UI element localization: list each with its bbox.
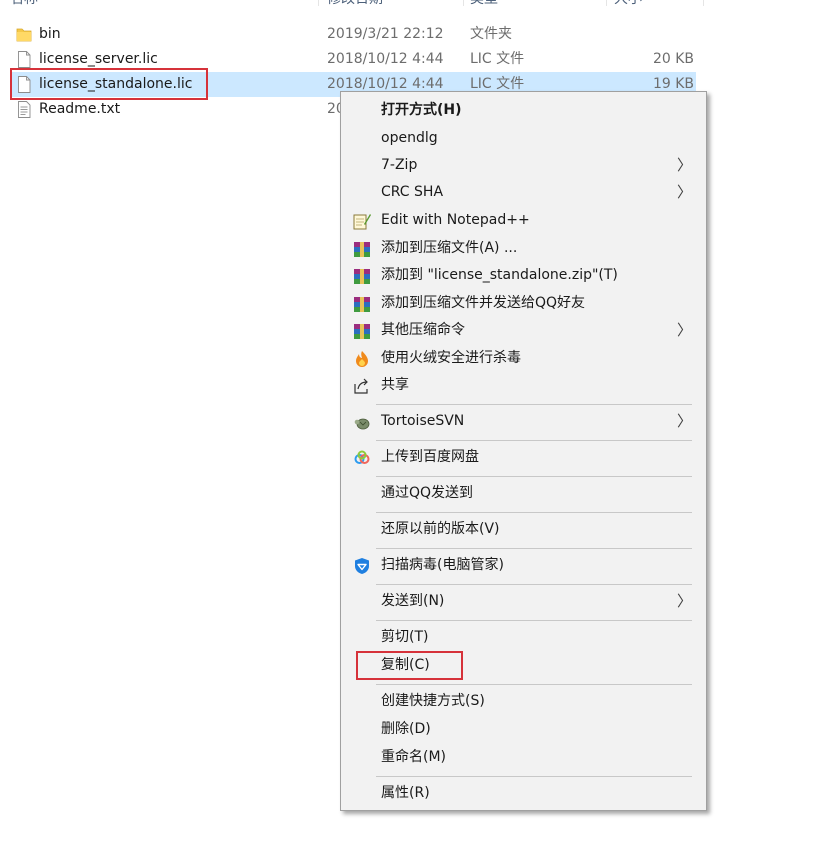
menu-item-label: 重命名(M) <box>381 749 447 765</box>
menu-separator <box>376 404 692 405</box>
chevron-right-icon: 〉 <box>676 592 692 610</box>
menu-separator <box>376 620 692 621</box>
menu-separator <box>376 584 692 585</box>
text-file-icon <box>18 101 31 118</box>
menu-item-label: 添加到 "license_standalone.zip"(T) <box>381 267 618 283</box>
menu-item-label: 剪切(T) <box>381 629 429 645</box>
baidu-netdisk-icon <box>354 450 370 464</box>
menu-item-label: opendlg <box>381 130 438 146</box>
file-icon <box>18 51 31 68</box>
menu-separator <box>376 684 692 685</box>
menu-item-label: 属性(R) <box>381 785 430 801</box>
chevron-right-icon: 〉 <box>676 412 692 430</box>
menu-item-restore-previous[interactable]: 还原以前的版本(V) <box>343 516 704 543</box>
column-divider[interactable] <box>606 0 607 6</box>
column-divider[interactable] <box>703 0 704 6</box>
menu-item-notepad-plus-plus[interactable]: Edit with Notepad++ <box>343 207 704 234</box>
menu-item-tortoisesvn[interactable]: TortoiseSVN 〉 <box>343 408 704 435</box>
column-name-header[interactable]: 名称 <box>10 0 38 12</box>
tortoisesvn-icon <box>354 418 370 430</box>
menu-item-crc-sha[interactable]: CRC SHA 〉 <box>343 179 704 206</box>
menu-separator <box>376 548 692 549</box>
notepad-plus-plus-icon <box>353 214 371 230</box>
menu-item-label: 发送到(N) <box>381 593 445 609</box>
menu-item-opendlg[interactable]: opendlg <box>343 125 704 152</box>
menu-item-other-compress[interactable]: 其他压缩命令 〉 <box>343 317 704 344</box>
chevron-right-icon: 〉 <box>676 156 692 174</box>
menu-item-label: 添加到压缩文件(A) ... <box>381 240 518 256</box>
chevron-right-icon: 〉 <box>676 183 692 201</box>
menu-separator <box>376 476 692 477</box>
menu-item-huorong-scan[interactable]: 使用火绒安全进行杀毒 <box>343 345 704 372</box>
menu-item-cut[interactable]: 剪切(T) <box>343 624 704 651</box>
menu-item-share[interactable]: 共享 <box>343 372 704 399</box>
menu-item-label: 通过QQ发送到 <box>381 485 474 501</box>
menu-item-label: 删除(D) <box>381 721 431 737</box>
menu-item-create-shortcut[interactable]: 创建快捷方式(S) <box>343 688 704 715</box>
winrar-icon <box>354 269 370 284</box>
file-size: 20 KB <box>652 51 694 67</box>
file-date: 2019/3/21 22:12 <box>327 26 444 42</box>
menu-item-label: 添加到压缩文件并发送给QQ好友 <box>381 295 586 311</box>
column-type-header[interactable]: 类型 <box>470 0 498 12</box>
menu-item-label: 扫描病毒(电脑管家) <box>381 557 504 573</box>
folder-icon <box>16 28 32 42</box>
chevron-right-icon: 〉 <box>676 321 692 339</box>
menu-item-label: 创建快捷方式(S) <box>381 693 485 709</box>
menu-item-label: 还原以前的版本(V) <box>381 521 500 537</box>
winrar-icon <box>354 297 370 312</box>
file-type: 文件夹 <box>470 26 512 42</box>
menu-item-label: 其他压缩命令 <box>381 322 465 338</box>
menu-item-baidu-upload[interactable]: 上传到百度网盘 <box>343 444 704 471</box>
winrar-icon <box>354 324 370 339</box>
menu-item-send-via-qq[interactable]: 通过QQ发送到 <box>343 480 704 507</box>
menu-item-send-to[interactable]: 发送到(N) 〉 <box>343 588 704 615</box>
menu-item-delete[interactable]: 删除(D) <box>343 716 704 743</box>
tencent-pc-manager-icon <box>355 558 369 574</box>
menu-item-label: CRC SHA <box>381 184 444 200</box>
file-date: 2018/10/12 4:44 <box>327 51 444 67</box>
menu-item-add-to-zip[interactable]: 添加到 "license_standalone.zip"(T) <box>343 262 704 289</box>
context-menu: 打开方式(H) opendlg 7-Zip 〉 CRC SHA 〉 Edit w… <box>340 91 707 811</box>
menu-item-virus-scan[interactable]: 扫描病毒(电脑管家) <box>343 552 704 579</box>
menu-item-label: 共享 <box>381 377 409 393</box>
column-divider[interactable] <box>318 0 319 6</box>
column-divider[interactable] <box>463 0 464 6</box>
column-size-header[interactable]: 大小 <box>614 0 642 12</box>
menu-item-label: 7-Zip <box>381 157 418 173</box>
file-name: bin <box>39 26 61 42</box>
share-icon <box>354 378 368 394</box>
menu-item-label: Edit with Notepad++ <box>381 212 530 228</box>
menu-item-properties[interactable]: 属性(R) <box>343 780 704 807</box>
menu-item-label: 使用火绒安全进行杀毒 <box>381 350 521 366</box>
menu-item-label: TortoiseSVN <box>381 413 465 429</box>
file-type: LIC 文件 <box>470 51 525 67</box>
file-highlight-box <box>10 68 208 100</box>
column-header: 名称 修改日期 类型 大小 <box>0 0 705 12</box>
menu-item-add-to-archive[interactable]: 添加到压缩文件(A) ... <box>343 235 704 262</box>
menu-separator <box>376 512 692 513</box>
menu-item-rename[interactable]: 重命名(M) <box>343 744 704 771</box>
menu-item-open-with[interactable]: 打开方式(H) <box>343 97 704 124</box>
file-name: Readme.txt <box>39 101 121 117</box>
menu-item-archive-send-qq[interactable]: 添加到压缩文件并发送给QQ好友 <box>343 290 704 317</box>
copy-highlight-box <box>356 651 463 680</box>
menu-separator <box>376 440 692 441</box>
column-date-header[interactable]: 修改日期 <box>327 0 383 12</box>
huorong-icon <box>356 351 368 367</box>
file-row-bin[interactable]: bin 2019/3/21 22:12 文件夹 <box>10 22 696 47</box>
winrar-icon <box>354 242 370 257</box>
menu-item-7zip[interactable]: 7-Zip 〉 <box>343 152 704 179</box>
menu-separator <box>376 776 692 777</box>
menu-item-label: 打开方式(H) <box>381 102 462 118</box>
menu-item-label: 上传到百度网盘 <box>381 449 479 465</box>
